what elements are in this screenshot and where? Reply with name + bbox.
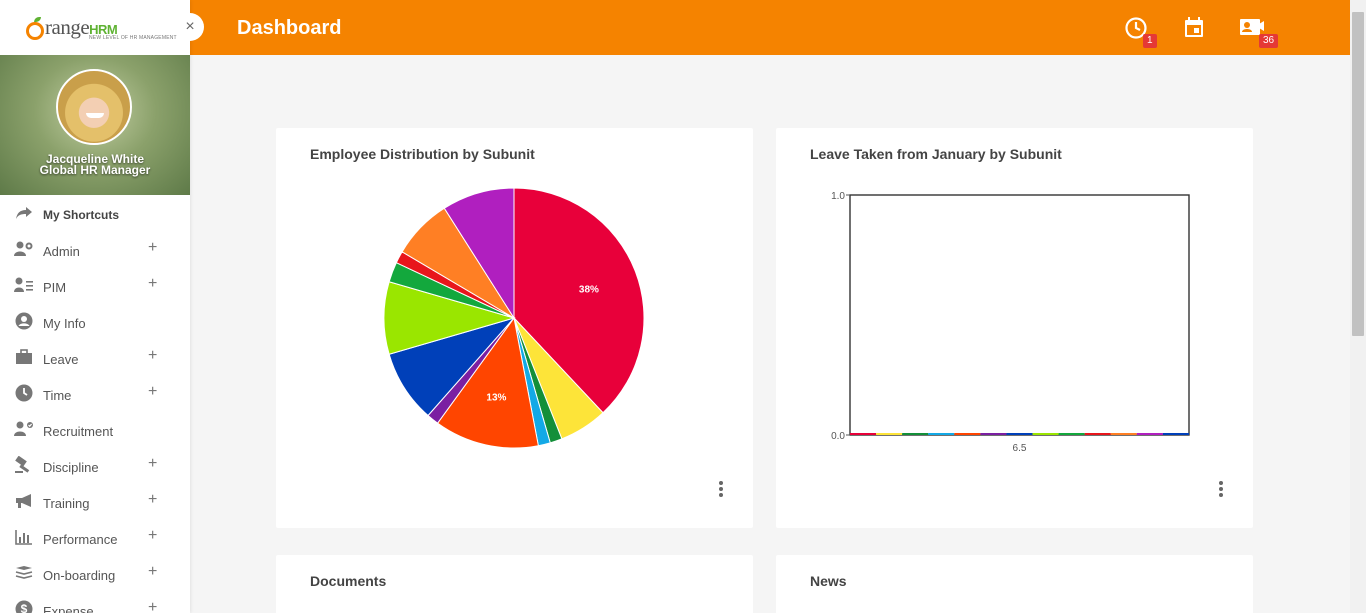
sidebar: rangeHRM NEW LEVEL OF HR MANAGEMENT Jacq… [0, 0, 190, 613]
pie-slice-label: 13% [486, 393, 506, 404]
card-title: News [810, 573, 847, 589]
gavel-icon [14, 455, 34, 475]
bar[interactable] [1058, 433, 1085, 435]
sidebar-item-label: Time [43, 387, 72, 403]
expand-plus-icon[interactable]: + [148, 599, 157, 613]
bar[interactable] [876, 433, 903, 435]
sidebar-item-label: Admin [43, 243, 80, 259]
sidebar-item-label: On-boarding [43, 567, 116, 583]
sidebar-item-performance[interactable]: Performance + [0, 519, 190, 555]
layers-icon [14, 563, 34, 583]
avatar [56, 69, 132, 145]
attendance-badge: 1 [1143, 34, 1157, 48]
expand-plus-icon[interactable]: + [148, 347, 157, 365]
sidebar-item-recruitment[interactable]: Recruitment [0, 411, 190, 447]
employee-distribution-pie-chart[interactable]: 38% 13% [276, 128, 753, 528]
sidebar-item-label: Expense [43, 603, 94, 613]
bar[interactable] [902, 433, 929, 435]
sidebar-item-discipline[interactable]: Discipline + [0, 447, 190, 483]
bar[interactable] [1110, 433, 1137, 435]
dollar-icon: $ [14, 599, 34, 613]
sidebar-item-label: My Info [43, 315, 86, 331]
bar[interactable] [1136, 433, 1163, 435]
sidebar-item-expense[interactable]: $ Expense + [0, 591, 190, 613]
sidebar-item-label: PIM [43, 279, 67, 295]
logo[interactable]: rangeHRM NEW LEVEL OF HR MANAGEMENT [0, 0, 190, 55]
top-bar: Dashboard 1 36 [190, 0, 1350, 55]
news-card: News [776, 555, 1253, 613]
bar[interactable] [980, 433, 1007, 435]
svg-text:$: $ [21, 602, 28, 613]
card-title: Documents [310, 573, 387, 589]
megaphone-icon [14, 491, 34, 511]
more-options-icon[interactable] [716, 481, 726, 501]
directory-button[interactable]: 36 [1238, 15, 1279, 48]
sidebar-item-label: Discipline [43, 459, 99, 475]
expand-plus-icon[interactable]: + [148, 527, 157, 545]
bar[interactable] [954, 433, 981, 435]
expand-plus-icon[interactable]: + [148, 563, 157, 581]
sidebar-item-label: Leave [43, 351, 79, 367]
sidebar-item-training[interactable]: Training + [0, 483, 190, 519]
page-title: Dashboard [237, 17, 342, 39]
logo-tagline: NEW LEVEL OF HR MANAGEMENT [89, 35, 177, 41]
bar-chart-icon [14, 527, 34, 547]
expand-plus-icon[interactable]: + [148, 383, 157, 401]
share-arrow-icon [14, 203, 34, 223]
attendance-button[interactable]: 1 [1123, 15, 1157, 48]
profile-role: Global HR Manager [39, 163, 151, 177]
profile-panel[interactable]: Jacqueline White Global HR Manager [0, 55, 190, 195]
x-tick-label: 6.5 [1013, 443, 1027, 454]
bar[interactable] [1032, 433, 1059, 435]
bar[interactable] [850, 433, 877, 435]
close-sidebar-button[interactable]: × [176, 13, 204, 41]
y-tick-label: 0.0 [831, 431, 845, 442]
more-options-icon[interactable] [1216, 481, 1226, 501]
calendar-icon [1185, 17, 1203, 37]
expand-plus-icon[interactable]: + [148, 491, 157, 509]
bar[interactable] [1162, 433, 1189, 435]
employee-distribution-card: Employee Distribution by Subunit 38% 13% [276, 128, 753, 528]
sidebar-item-my-info[interactable]: My Info [0, 303, 190, 339]
sidebar-item-admin[interactable]: Admin + [0, 231, 190, 267]
sidebar-item-label: My Shortcuts [43, 208, 120, 222]
page-scrollbar[interactable] [1350, 0, 1366, 613]
leave-taken-bar-chart[interactable]: 0.0 1.0 6.5 [776, 128, 1253, 528]
calendar-button[interactable] [1181, 15, 1207, 41]
sidebar-item-label: Recruitment [43, 423, 114, 439]
sidebar-menu: My Shortcuts Admin + PIM + My Info Leave… [0, 195, 190, 613]
expand-plus-icon[interactable]: + [148, 455, 157, 473]
expand-plus-icon[interactable]: + [148, 275, 157, 293]
y-tick-label: 1.0 [831, 191, 845, 202]
plot-area [849, 194, 1190, 436]
bar[interactable] [1084, 433, 1111, 435]
clock-icon [14, 383, 34, 403]
sidebar-item-time[interactable]: Time + [0, 375, 190, 411]
user-check-icon [14, 419, 34, 439]
sidebar-item-label: Performance [43, 531, 118, 547]
bar[interactable] [1006, 433, 1033, 435]
sidebar-item-leave[interactable]: Leave + [0, 339, 190, 375]
expand-plus-icon[interactable]: + [148, 239, 157, 257]
user-gear-icon [14, 239, 34, 259]
sidebar-item-on-boarding[interactable]: On-boarding + [0, 555, 190, 591]
bar[interactable] [928, 433, 955, 435]
user-list-icon [14, 275, 34, 295]
sidebar-item-label: Training [43, 495, 90, 511]
orange-logo-icon [26, 16, 44, 40]
leave-taken-card: Leave Taken from January by Subunit 0.0 1… [776, 128, 1253, 528]
sidebar-item-pim[interactable]: PIM + [0, 267, 190, 303]
documents-card: Documents [276, 555, 753, 613]
scrollbar-thumb[interactable] [1352, 12, 1364, 336]
sidebar-item-my-shortcuts[interactable]: My Shortcuts [0, 195, 190, 231]
pie-slice-label: 38% [579, 284, 599, 295]
user-circle-icon [14, 311, 34, 331]
directory-badge: 36 [1259, 34, 1279, 48]
briefcase-icon [14, 347, 34, 367]
